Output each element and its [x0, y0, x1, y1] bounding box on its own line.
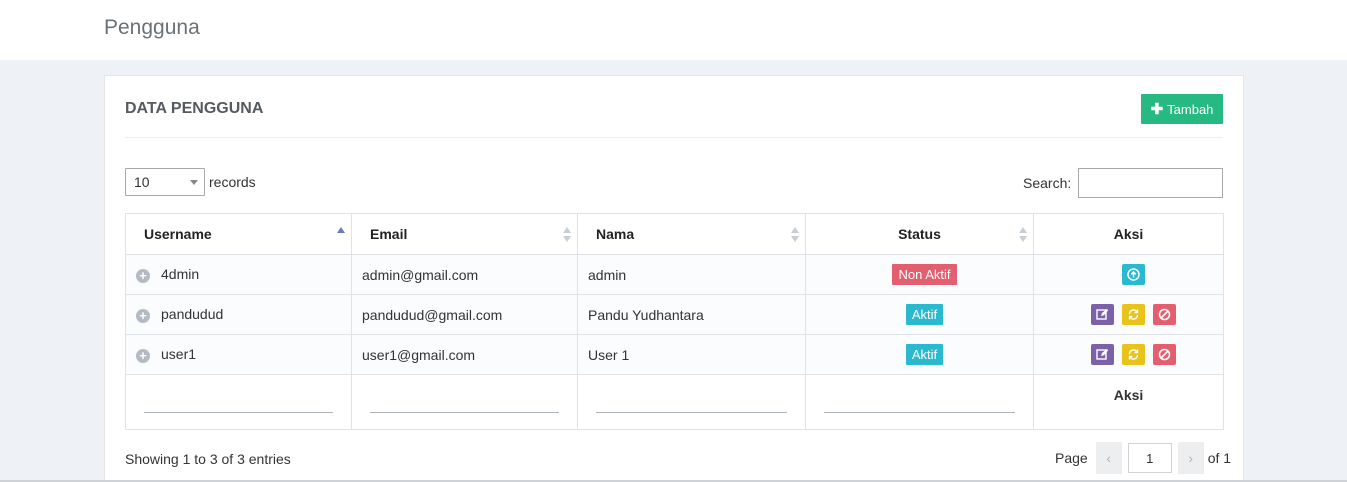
column-label: Nama: [596, 226, 635, 242]
email-filter-input[interactable]: [370, 411, 559, 413]
divider: [125, 137, 1223, 138]
records-label: records: [209, 174, 256, 190]
expand-row-icon[interactable]: +: [136, 268, 150, 283]
username-filter-cell: [125, 374, 352, 430]
page-number-input[interactable]: 1: [1127, 443, 1172, 473]
block-icon: [1158, 308, 1171, 321]
records-per-page-select[interactable]: 10: [125, 168, 205, 196]
sort-ascending-icon: [337, 227, 345, 243]
status-cell: Non Aktif: [805, 254, 1034, 295]
activate-icon: [1127, 268, 1140, 281]
chevron-down-icon: [190, 180, 198, 185]
aksi-footer-label: Aksi: [1033, 374, 1224, 430]
block-icon: [1158, 348, 1171, 361]
page-title: Pengguna: [104, 16, 200, 39]
edit-icon: [1096, 309, 1109, 320]
table-header-row: Username Email Nama Status Aksi: [125, 213, 1224, 255]
column-label: Username: [144, 226, 212, 242]
users-card: DATA PENGGUNA ✚ Tambah 10 records Search…: [104, 75, 1244, 482]
column-label: Aksi: [1113, 226, 1144, 242]
column-label: Email: [370, 226, 408, 242]
column-filter-row: Aksi: [125, 374, 1224, 430]
status-cell: Aktif: [805, 294, 1034, 335]
edit-icon: [1096, 349, 1109, 360]
edit-button[interactable]: [1091, 344, 1115, 365]
email-cell: pandudud@gmail.com: [351, 294, 578, 335]
nama-cell: Pandu Yudhantara: [577, 294, 806, 335]
column-header-aksi: Aksi: [1033, 213, 1224, 255]
email-cell: user1@gmail.com: [351, 334, 578, 375]
column-header-nama[interactable]: Nama: [577, 213, 806, 255]
block-button[interactable]: [1152, 344, 1176, 365]
status-filter-input[interactable]: [824, 411, 1015, 413]
status-badge: Aktif: [905, 344, 944, 365]
nama-cell: User 1: [577, 334, 806, 375]
status-cell: Aktif: [805, 334, 1034, 375]
sort-icon: [1019, 227, 1027, 243]
nama-filter-cell: [577, 374, 806, 430]
add-button-label: Tambah: [1167, 101, 1214, 117]
users-table: Username Email Nama Status Aksi + 4dmin …: [125, 213, 1224, 430]
edit-button[interactable]: [1091, 304, 1115, 325]
username-cell: + user1: [125, 334, 352, 375]
username-text: user1: [161, 346, 197, 363]
column-header-username[interactable]: Username: [125, 213, 352, 255]
sort-icon: [563, 227, 571, 243]
next-page-button[interactable]: ›: [1177, 442, 1204, 474]
table-info: Showing 1 to 3 of 3 entries: [125, 451, 291, 467]
email-filter-cell: [351, 374, 578, 430]
username-filter-input[interactable]: [144, 411, 333, 413]
pagination: Page ‹ 1 › of 1: [1055, 442, 1231, 474]
reset-icon: [1128, 349, 1139, 360]
activate-button[interactable]: [1122, 264, 1145, 285]
search-input[interactable]: [1078, 168, 1223, 198]
actions-cell: [1033, 254, 1224, 295]
username-cell: +4dmin: [125, 254, 352, 295]
records-per-page-value: 10: [134, 174, 150, 190]
username-text: 4dmin: [161, 266, 200, 283]
previous-page-button[interactable]: ‹: [1095, 442, 1122, 474]
username-text: pandudud: [161, 306, 224, 323]
block-button[interactable]: [1152, 304, 1176, 325]
email-cell: admin@gmail.com: [351, 254, 578, 295]
status-filter-cell: [805, 374, 1034, 430]
sort-icon: [791, 227, 799, 243]
column-label: Status: [898, 226, 941, 242]
reset-icon: [1128, 309, 1139, 320]
table-row: + pandudud pandudud@gmail.com Pandu Yudha…: [125, 294, 1224, 335]
card-title: DATA PENGGUNA: [125, 100, 264, 117]
username-cell: + pandudud: [125, 294, 352, 335]
expand-row-icon[interactable]: +: [136, 308, 150, 323]
page-label: Page: [1055, 450, 1088, 466]
top-bar: Pengguna: [0, 0, 1347, 60]
column-header-status[interactable]: Status: [805, 213, 1034, 255]
actions-cell: [1033, 294, 1224, 335]
reset-button[interactable]: [1122, 344, 1145, 365]
add-user-button[interactable]: ✚ Tambah: [1141, 94, 1223, 124]
plus-icon: ✚: [1150, 101, 1164, 118]
column-header-email[interactable]: Email: [351, 213, 578, 255]
table-row: + user1 user1@gmail.com User 1 Aktif: [125, 334, 1224, 375]
status-badge: Aktif: [905, 304, 944, 325]
page-total-label: of 1: [1207, 450, 1232, 466]
nama-cell: admin: [577, 254, 806, 295]
reset-button[interactable]: [1122, 304, 1145, 325]
table-row: +4dmin admin@gmail.com admin Non Aktif: [125, 254, 1224, 295]
actions-cell: [1033, 334, 1224, 375]
search-label: Search:: [1023, 175, 1072, 191]
status-badge: Non Aktif: [892, 264, 957, 285]
nama-filter-input[interactable]: [596, 411, 787, 413]
expand-row-icon[interactable]: +: [136, 348, 150, 363]
